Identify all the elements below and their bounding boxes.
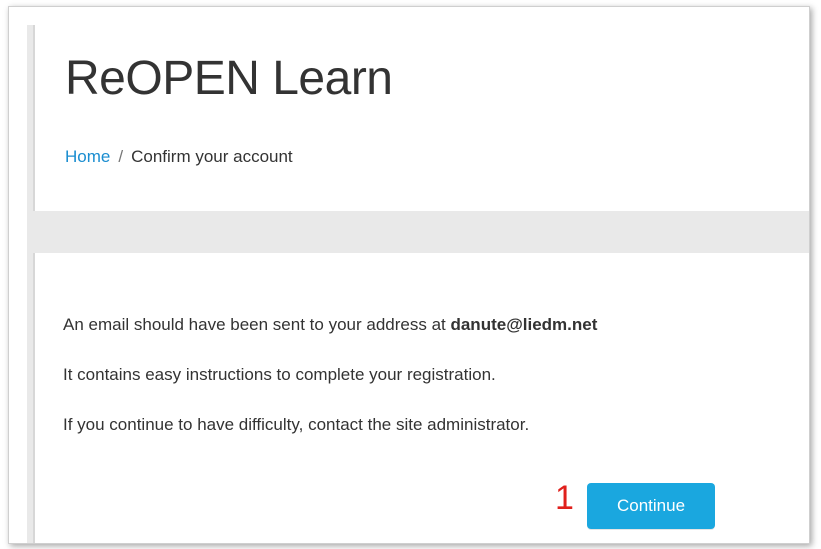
breadcrumb-home-link[interactable]: Home	[65, 147, 110, 166]
instructions-message: It contains easy instructions to complet…	[63, 365, 496, 384]
continue-button[interactable]: Continue	[587, 483, 715, 529]
difficulty-message: If you continue to have difficulty, cont…	[63, 415, 530, 434]
breadcrumb-separator: /	[118, 147, 124, 166]
breadcrumb: Home / Confirm your account	[65, 147, 293, 167]
breadcrumb-current: Confirm your account	[131, 147, 293, 166]
site-title[interactable]: ReOPEN Learn	[65, 51, 393, 106]
step-number-annotation: 1	[555, 479, 574, 517]
page-background: ReOPEN Learn Home / Confirm your account A…	[27, 25, 809, 543]
email-sent-text: An email should have been sent to your a…	[63, 315, 451, 334]
email-sent-message: An email should have been sent to your a…	[63, 315, 597, 335]
confirmation-panel: An email should have been sent to your a…	[33, 253, 809, 543]
page-header: ReOPEN Learn Home / Confirm your account	[33, 25, 809, 211]
screenshot-frame: ReOPEN Learn Home / Confirm your account A…	[8, 6, 810, 544]
email-address: danute@liedm.net	[450, 315, 598, 334]
